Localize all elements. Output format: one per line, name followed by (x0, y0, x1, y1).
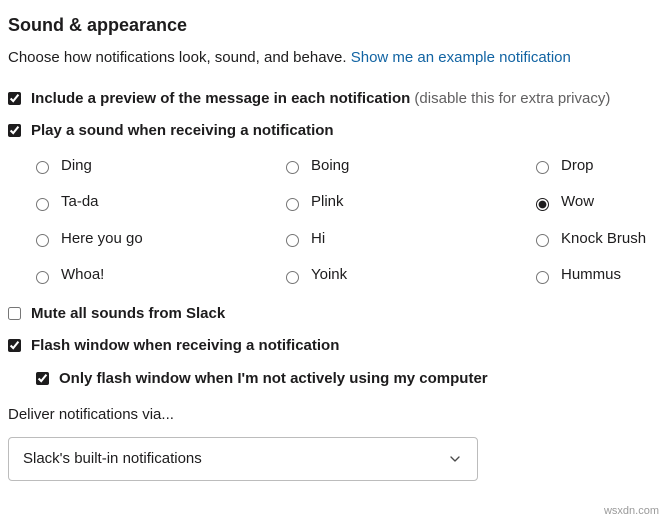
sound-radio[interactable] (536, 161, 549, 174)
sound-radio[interactable] (286, 234, 299, 247)
sound-option[interactable]: Hi (286, 228, 536, 251)
include-preview-checkbox[interactable] (8, 92, 21, 105)
deliver-via-label: Deliver notifications via... (8, 404, 665, 427)
sound-label: Drop (561, 155, 594, 178)
sound-label: Wow (561, 191, 594, 214)
sound-label: Ding (61, 155, 92, 178)
deliver-via-select[interactable]: Slack's built-in notifications (8, 437, 478, 482)
include-preview-row: Include a preview of the message in each… (8, 88, 665, 111)
sound-option[interactable]: Ding (36, 155, 286, 178)
sound-radio[interactable] (36, 271, 49, 284)
mute-all-label[interactable]: Mute all sounds from Slack (31, 303, 225, 326)
section-title: Sound & appearance (8, 12, 665, 39)
include-preview-hint: (disable this for extra privacy) (410, 90, 610, 107)
sound-radio[interactable] (36, 161, 49, 174)
mute-all-checkbox[interactable] (8, 307, 21, 320)
mute-all-row: Mute all sounds from Slack (8, 303, 665, 326)
flash-only-inactive-row: Only flash window when I'm not actively … (36, 368, 665, 391)
sound-radio[interactable] (286, 161, 299, 174)
flash-only-inactive-checkbox[interactable] (36, 372, 49, 385)
play-sound-checkbox[interactable] (8, 124, 21, 137)
sound-option[interactable]: Hummus (536, 264, 667, 287)
sound-options-grid: Ding Boing Drop Ta-da Plink Wow Here you go Hi K… (36, 155, 665, 287)
sound-label: Ta-da (61, 191, 99, 214)
sound-radio[interactable] (286, 198, 299, 211)
deliver-via-selected: Slack's built-in notifications (23, 448, 202, 471)
chevron-down-icon (447, 451, 463, 467)
sound-label: Here you go (61, 228, 143, 251)
section-desc-text: Choose how notifications look, sound, an… (8, 49, 351, 66)
play-sound-label[interactable]: Play a sound when receiving a notificati… (31, 120, 334, 143)
flash-only-inactive-label[interactable]: Only flash window when I'm not actively … (59, 368, 488, 391)
sound-label: Hummus (561, 264, 621, 287)
include-preview-label[interactable]: Include a preview of the message in each… (31, 88, 610, 111)
play-sound-row: Play a sound when receiving a notificati… (8, 120, 665, 143)
sound-radio[interactable] (36, 234, 49, 247)
sound-radio[interactable] (536, 271, 549, 284)
sound-option[interactable]: Whoa! (36, 264, 286, 287)
section-description: Choose how notifications look, sound, an… (8, 47, 665, 70)
flash-window-row: Flash window when receiving a notificati… (8, 335, 665, 358)
sound-option[interactable]: Drop (536, 155, 667, 178)
sound-label: Boing (311, 155, 349, 178)
sound-label: Whoa! (61, 264, 104, 287)
include-preview-label-text: Include a preview of the message in each… (31, 90, 410, 107)
sound-option[interactable]: Boing (286, 155, 536, 178)
sound-label: Hi (311, 228, 325, 251)
flash-window-label[interactable]: Flash window when receiving a notificati… (31, 335, 339, 358)
sound-option[interactable]: Plink (286, 191, 536, 214)
sound-radio[interactable] (536, 198, 549, 211)
sound-option[interactable]: Wow (536, 191, 667, 214)
flash-window-checkbox[interactable] (8, 339, 21, 352)
sound-option[interactable]: Here you go (36, 228, 286, 251)
watermark-text: wsxdn.com (604, 503, 659, 520)
sound-radio[interactable] (286, 271, 299, 284)
sound-label: Yoink (311, 264, 347, 287)
sound-label: Plink (311, 191, 344, 214)
sound-option[interactable]: Ta-da (36, 191, 286, 214)
sound-radio[interactable] (536, 234, 549, 247)
sound-option[interactable]: Yoink (286, 264, 536, 287)
sound-label: Knock Brush (561, 228, 646, 251)
sound-option[interactable]: Knock Brush (536, 228, 667, 251)
sound-radio[interactable] (36, 198, 49, 211)
example-notification-link[interactable]: Show me an example notification (351, 49, 571, 66)
